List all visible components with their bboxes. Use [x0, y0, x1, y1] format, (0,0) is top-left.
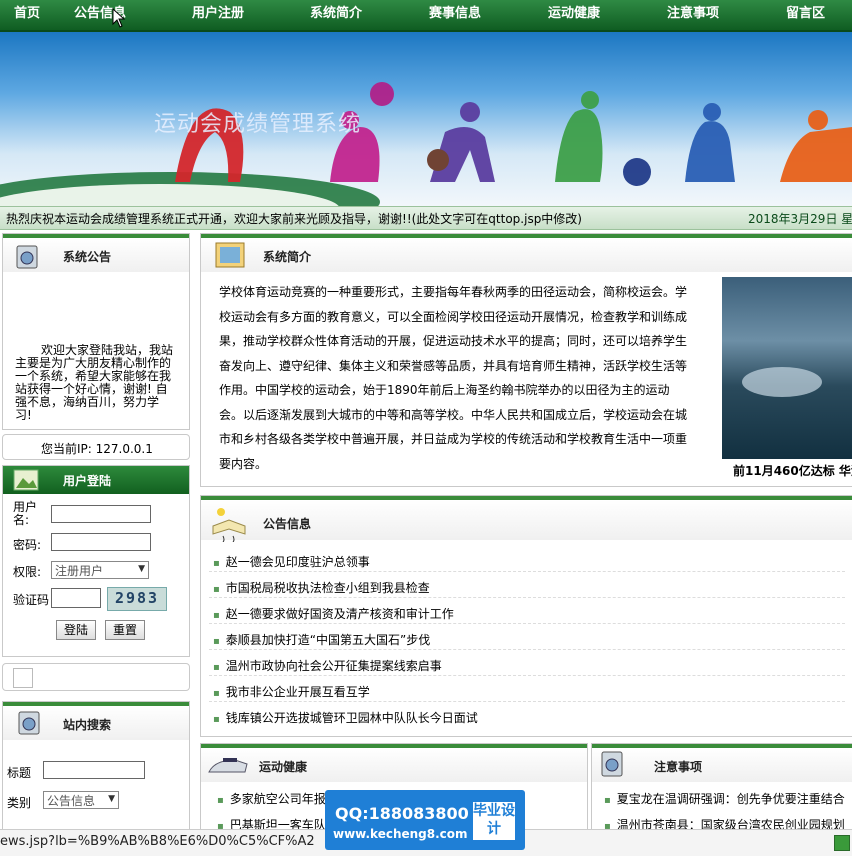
attention-title: 注意事项: [654, 760, 703, 774]
role-select[interactable]: 注册用户 ▼: [51, 561, 149, 579]
intro-photo[interactable]: [722, 277, 852, 459]
system-intro-text: 学校体育运动竞赛的一种重要形式，主要指每年春秋两季的田径运动会，简称校运会。学校…: [219, 285, 688, 471]
announcement-marquee: 热烈庆祝本运动会成绩管理系统正式开通，欢迎大家前来光顾及指导，谢谢!!(此处文字…: [0, 206, 852, 230]
news-item[interactable]: 市国税局税收执法检查小组到我县检查: [213, 579, 430, 596]
banner-title: 运动会成绩管理系统: [154, 112, 362, 137]
nav-health[interactable]: 运动健康: [548, 2, 600, 21]
system-intro-title: 系统简介: [263, 250, 312, 264]
nav-events[interactable]: 赛事信息: [429, 2, 481, 21]
login-button[interactable]: 登陆: [56, 620, 96, 640]
watermark-url: www.kecheng8.com: [333, 827, 468, 841]
news-title: 公告信息: [263, 517, 312, 531]
watermark-ad: QQ:188083800 www.kecheng8.com 毕业设计: [325, 790, 525, 850]
blank-checkbox: [13, 668, 33, 688]
nav-home[interactable]: 首页: [14, 2, 40, 21]
watermark-qq: QQ:188083800: [335, 804, 469, 823]
username-input[interactable]: [51, 505, 151, 523]
watermark-badge: 毕业设计: [473, 802, 515, 840]
login-panel: 用户登陆 用户名: 密码: 权限: 注册用户 ▼ 验证码 2983 登陆 重置: [2, 465, 190, 657]
password-label: 密码:: [13, 538, 42, 552]
news-item[interactable]: 赵一德会见印度驻沪总领事: [213, 553, 370, 570]
role-label: 权限:: [13, 565, 42, 579]
image-icon: [13, 469, 39, 491]
news-item[interactable]: 泰顺县加快打造“中国第五大国石”步伐: [213, 631, 430, 648]
intro-photo-caption[interactable]: 前11月460亿达标 华润: [733, 462, 852, 479]
picture-frame-icon: [215, 242, 245, 268]
search-title-label: 标题: [7, 766, 32, 780]
open-book-icon: [212, 508, 246, 542]
captcha-image[interactable]: 2983: [107, 587, 167, 611]
health-item[interactable]: 多家航空公司年报: [217, 790, 326, 807]
marquee-text: 热烈庆祝本运动会成绩管理系统正式开通，欢迎大家前来光顾及指导，谢谢!!(此处文字…: [6, 212, 582, 226]
washing-machine-icon: [18, 711, 40, 735]
blank-panel: [2, 663, 190, 691]
news-item[interactable]: 我市非公企业开展互看互学: [213, 683, 370, 700]
attention-item[interactable]: 夏宝龙在温调研强调：创先争优要注重结合: [604, 790, 845, 807]
nav-intro[interactable]: 系统简介: [310, 2, 362, 21]
login-title: 用户登陆: [63, 474, 112, 488]
news-item[interactable]: 温州市政协向社会公开征集提案线索启事: [213, 657, 442, 674]
top-nav: 首页 公告信息 用户注册 系统简介 赛事信息 运动健康 注意事项 留言区: [0, 0, 852, 32]
chevron-down-icon: ▼: [138, 564, 145, 574]
username-label: 用户名:: [13, 500, 38, 527]
system-notice-text: 欢迎大家登陆我站，我站主要是为广大朋友精心制作的一个系统，希望大家能够在我站获得…: [15, 344, 174, 422]
current-date: 2018年3月29日 星期: [748, 212, 852, 226]
mouse-cursor-icon: [112, 8, 126, 28]
site-search-panel: 站内搜索 标题 类别 公告信息 ▼: [2, 701, 190, 833]
attention-panel: 注意事项 夏宝龙在温调研强调：创先争优要注重结合 温州市苍南县：国家级台湾农民创…: [591, 743, 852, 835]
washing-machine-icon: [601, 751, 623, 777]
search-category-label: 类别: [7, 796, 32, 810]
search-title-input[interactable]: [43, 761, 145, 779]
ip-panel: 您当前IP: 127.0.0.1: [2, 434, 190, 460]
search-category-value: 公告信息: [47, 794, 96, 808]
athletes-illustration: [175, 82, 852, 186]
current-ip: 您当前IP: 127.0.0.1: [41, 442, 153, 456]
news-item[interactable]: 赵一德要求做好国资及清产核资和审计工作: [213, 605, 454, 622]
search-category-select[interactable]: 公告信息 ▼: [43, 791, 119, 809]
nav-attention[interactable]: 注意事项: [667, 2, 719, 21]
system-notice-title: 系统公告: [63, 250, 112, 264]
banner: 运动会成绩管理系统: [0, 32, 852, 206]
news-item[interactable]: 钱库镇公开选拔城管环卫园林中队队长今日面试: [213, 709, 478, 726]
system-intro-panel: 系统简介 学校体育运动竞赛的一种重要形式，主要指每年春秋两季的田径运动会，简称校…: [200, 233, 852, 487]
status-url: ews.jsp?lb=%B9%AB%B8%E6%D0%C5%CF%A2: [0, 834, 315, 849]
washing-machine-icon: [16, 245, 38, 269]
iron-icon: [208, 758, 248, 773]
nav-messages[interactable]: 留言区: [786, 2, 825, 21]
chevron-down-icon: ▼: [108, 794, 115, 804]
health-title: 运动健康: [259, 760, 308, 774]
role-select-value: 注册用户: [55, 564, 104, 578]
news-panel: 公告信息 赵一德会见印度驻沪总领事 市国税局税收执法检查小组到我县检查 赵一德要…: [200, 495, 852, 737]
captcha-input[interactable]: [51, 588, 101, 608]
password-input[interactable]: [51, 533, 151, 551]
site-search-title: 站内搜索: [63, 718, 112, 732]
reset-button[interactable]: 重置: [105, 620, 145, 640]
captcha-label: 验证码: [13, 593, 50, 607]
system-notice-panel: 系统公告 欢迎大家登陆我站，我站主要是为广大朋友精心制作的一个系统，希望大家能够…: [2, 233, 190, 430]
play-icon: [834, 835, 850, 851]
nav-register[interactable]: 用户注册: [192, 2, 244, 21]
